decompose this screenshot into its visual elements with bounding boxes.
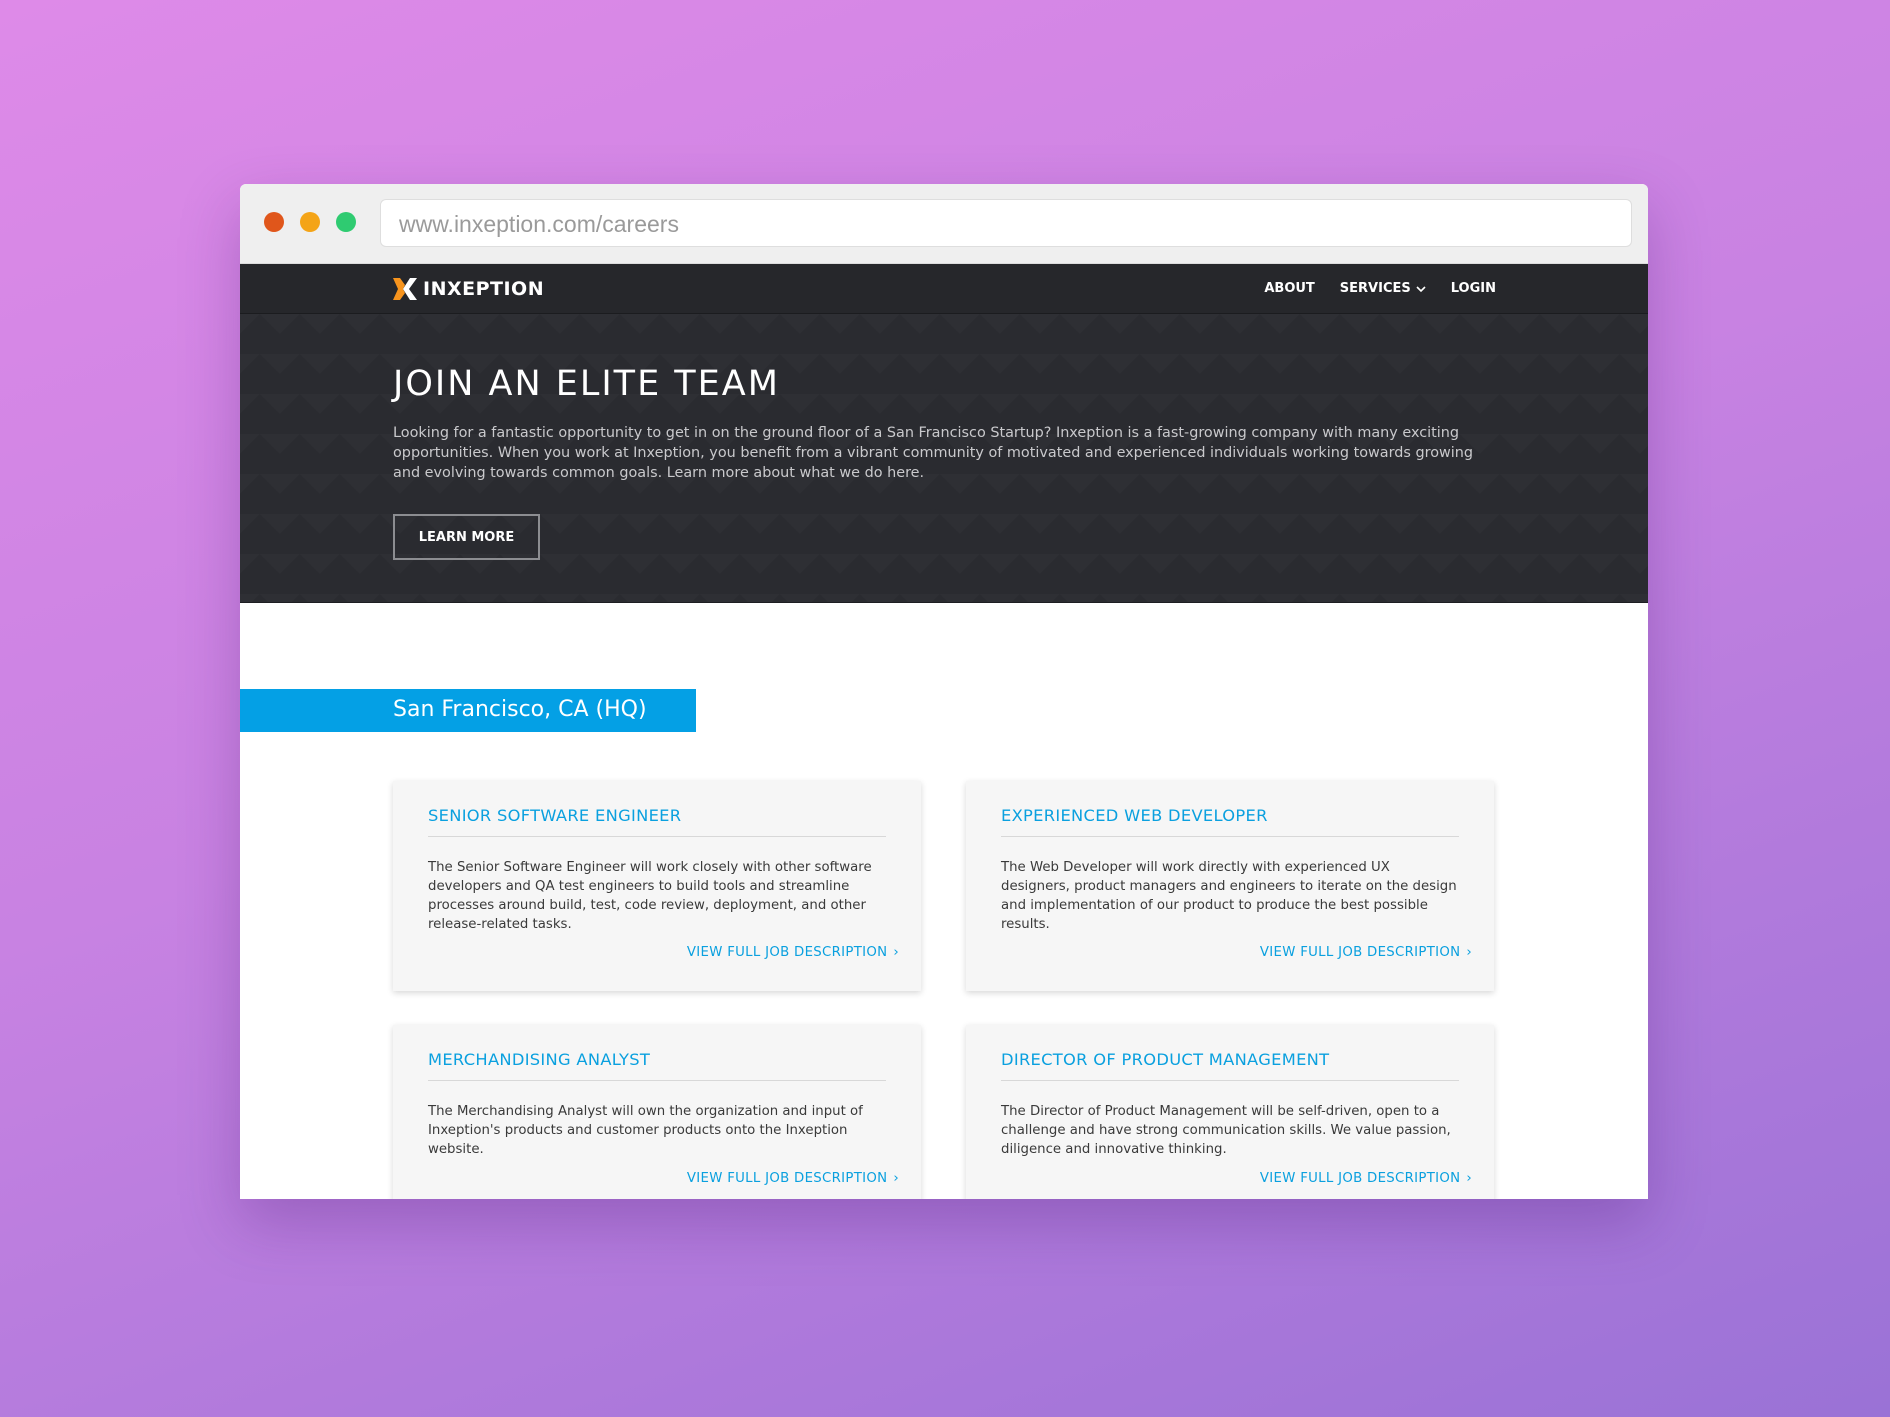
job-card: DIRECTOR OF PRODUCT MANAGEMENT The Direc… <box>966 1025 1494 1199</box>
view-job-description-label: VIEW FULL JOB DESCRIPTION <box>686 1171 888 1186</box>
minimize-window-button[interactable] <box>300 212 320 232</box>
hero-title: JOIN AN ELITE TEAM <box>393 364 780 404</box>
job-title-link[interactable]: MERCHANDISING ANALYST <box>428 1050 886 1081</box>
main-nav: ABOUT SERVICES LOGIN <box>1264 281 1496 296</box>
job-card: MERCHANDISING ANALYST The Merchandising … <box>393 1025 921 1199</box>
address-bar[interactable]: www.inxeption.com/careers <box>380 199 1632 247</box>
browser-window: www.inxeption.com/careers INXEPTION ABOU… <box>240 184 1648 1199</box>
job-description: The Senior Software Engineer will work c… <box>428 860 872 932</box>
nav-about-label: ABOUT <box>1264 281 1315 296</box>
job-card: EXPERIENCED WEB DEVELOPER The Web Develo… <box>966 781 1494 991</box>
location-label: San Francisco, CA (HQ) <box>393 697 647 722</box>
nav-about[interactable]: ABOUT <box>1264 281 1314 296</box>
page-viewport: INXEPTION ABOUT SERVICES LOGIN JOIN AN E… <box>240 264 1648 1199</box>
nav-services[interactable]: SERVICES <box>1340 281 1426 296</box>
location-banner: San Francisco, CA (HQ) <box>240 689 696 732</box>
chevron-down-icon <box>1416 285 1426 292</box>
job-title-link[interactable]: EXPERIENCED WEB DEVELOPER <box>1001 806 1459 837</box>
job-description: The Web Developer will work directly wit… <box>1001 860 1457 932</box>
chevron-right-icon: › <box>893 1171 899 1186</box>
view-job-description-link[interactable]: VIEW FULL JOB DESCRIPTION › <box>687 945 899 960</box>
browser-toolbar: www.inxeption.com/careers <box>240 184 1648 264</box>
view-job-description-label: VIEW FULL JOB DESCRIPTION <box>686 945 888 960</box>
view-job-description-label: VIEW FULL JOB DESCRIPTION <box>1259 1171 1461 1186</box>
close-window-button[interactable] <box>264 212 284 232</box>
chevron-right-icon: › <box>1466 945 1472 960</box>
job-title-link[interactable]: SENIOR SOFTWARE ENGINEER <box>428 806 886 837</box>
job-title-link[interactable]: DIRECTOR OF PRODUCT MANAGEMENT <box>1001 1050 1459 1081</box>
nav-login[interactable]: LOGIN <box>1451 281 1496 296</box>
hero-section: JOIN AN ELITE TEAM Looking for a fantast… <box>240 314 1648 603</box>
view-job-description-label: VIEW FULL JOB DESCRIPTION <box>1259 945 1461 960</box>
chevron-right-icon: › <box>893 945 899 960</box>
view-job-description-link[interactable]: VIEW FULL JOB DESCRIPTION › <box>1260 1171 1472 1186</box>
view-job-description-link[interactable]: VIEW FULL JOB DESCRIPTION › <box>1260 945 1472 960</box>
site-header: INXEPTION ABOUT SERVICES LOGIN <box>240 264 1648 314</box>
job-description: The Merchandising Analyst will own the o… <box>428 1104 863 1157</box>
chevron-right-icon: › <box>1466 1171 1472 1186</box>
brand-name: INXEPTION <box>423 278 545 300</box>
nav-services-label: SERVICES <box>1339 281 1411 296</box>
view-job-description-link[interactable]: VIEW FULL JOB DESCRIPTION › <box>687 1171 899 1186</box>
site-logo[interactable]: INXEPTION <box>393 278 544 300</box>
inxeption-x-logo-icon <box>393 278 417 300</box>
job-card: SENIOR SOFTWARE ENGINEER The Senior Soft… <box>393 781 921 991</box>
hero-description: Looking for a fantastic opportunity to g… <box>393 425 1474 481</box>
learn-more-button[interactable]: LEARN MORE <box>393 514 540 560</box>
maximize-window-button[interactable] <box>336 212 356 232</box>
job-description: The Director of Product Management will … <box>1001 1104 1451 1157</box>
nav-login-label: LOGIN <box>1450 281 1496 296</box>
